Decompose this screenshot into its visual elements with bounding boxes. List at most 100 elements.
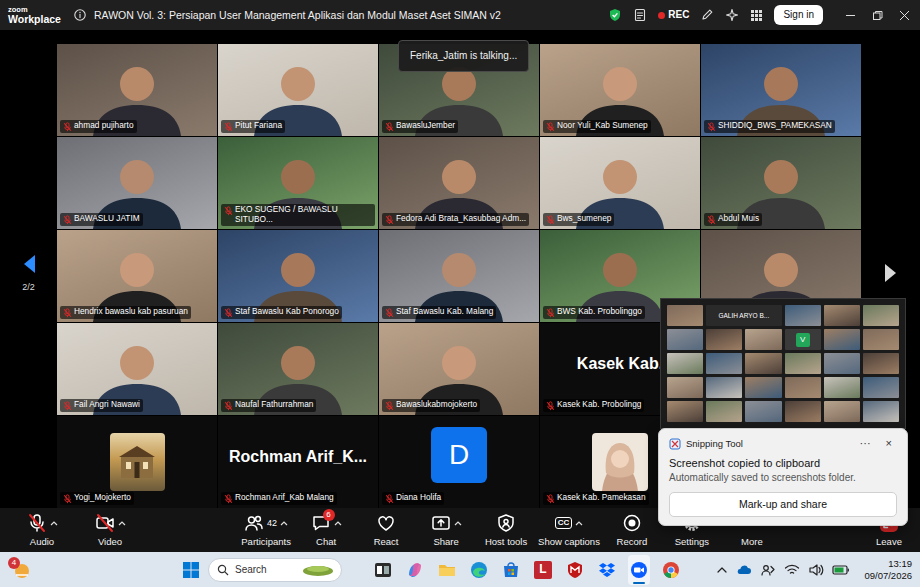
taskbar-app[interactable] (500, 555, 522, 585)
minimize-icon[interactable] (845, 10, 856, 21)
people-icon[interactable] (760, 563, 776, 577)
participant-tile[interactable]: Fail Angri Nawawi (57, 323, 217, 415)
minimized-meeting-window[interactable]: GALIH ARYO B... V (660, 298, 906, 429)
muted-mic-icon (546, 215, 555, 225)
participant-tile[interactable]: Bawaslukabmojokerto (379, 323, 539, 415)
chat-control: 6 (311, 513, 342, 533)
muted-mic-icon (63, 308, 72, 318)
participant-tile[interactable]: Noor Yuli_Kab Sumenep (540, 44, 700, 136)
wifi-icon[interactable] (784, 563, 800, 577)
participant-tile[interactable]: Hendrix bawaslu kab pasuruan (57, 230, 217, 322)
participant-tile[interactable]: DDiana Holifa (379, 416, 539, 508)
ai-companion-sparkle-icon[interactable] (725, 8, 739, 22)
apps-grid-icon[interactable] (750, 9, 763, 22)
participant-tile[interactable]: Staf Bawaslu Kab. Malang (379, 230, 539, 322)
participant-tile[interactable]: Pitut Fariana (218, 44, 378, 136)
settings-label: Settings (675, 536, 709, 547)
mini-video-tile (745, 401, 781, 422)
windows-start-icon[interactable] (182, 561, 200, 579)
mark-up-and-share-button[interactable]: Mark-up and share (669, 492, 897, 517)
caret-up-icon[interactable] (50, 520, 58, 526)
muted-mic-icon (224, 494, 233, 504)
muted-mic-icon (707, 122, 716, 132)
participant-tile[interactable]: SHIDDIQ_BWS_PAMEKASAN (701, 44, 861, 136)
security-shield-icon[interactable] (608, 8, 622, 22)
pinned-apps: L (372, 555, 682, 585)
participant-tile[interactable]: EKO SUGENG / BAWASLU SITUBO... (218, 137, 378, 229)
notification-menu-button[interactable]: ··· (855, 437, 876, 450)
captions-button[interactable]: CCShow captions (538, 508, 600, 552)
video-button[interactable]: Video (82, 508, 138, 552)
participant-name-label: Bws_sumenep (543, 213, 614, 226)
participant-tile[interactable]: Bws_sumenep (540, 137, 700, 229)
caret-up-icon[interactable] (334, 520, 342, 526)
mini-video-tile (785, 401, 821, 422)
taskbar-app[interactable] (628, 555, 650, 585)
participant-tile[interactable]: Naufal Fathurrahman (218, 323, 378, 415)
active-speaker-tooltip: Ferika_Jatim is talking... (398, 40, 529, 72)
taskbar-app[interactable] (564, 555, 586, 585)
taskbar-app[interactable] (436, 555, 458, 585)
taskbar-app[interactable]: L (532, 555, 554, 585)
participant-name: Staf Bawaslu Kab. Malang (396, 307, 493, 317)
clock[interactable]: 13:1909/07/2026 (864, 558, 912, 582)
caret-up-icon[interactable] (454, 520, 462, 526)
participant-tile[interactable]: Rochman Arif_K...Rochman Arif_Kab Malang (218, 416, 378, 508)
annotate-pen-icon[interactable] (700, 8, 714, 22)
participant-tile[interactable]: Staf Bawaslu Kab Ponorogo (218, 230, 378, 322)
muted-mic-icon (63, 122, 72, 132)
show-hidden-icons-chevron-icon[interactable] (716, 564, 728, 576)
sign-in-button[interactable]: Sign in (774, 5, 823, 25)
participant-tile[interactable]: Yogi_Mojokerto (57, 416, 217, 508)
taskbar-app[interactable] (596, 555, 618, 585)
taskbar-app[interactable] (372, 555, 394, 585)
muted-mic-icon (63, 494, 72, 504)
taskbar-app[interactable] (404, 555, 426, 585)
caret-up-icon[interactable] (280, 520, 288, 526)
info-icon[interactable] (74, 9, 86, 21)
react-button[interactable]: React (358, 508, 414, 552)
next-page-arrow-icon[interactable] (884, 263, 898, 283)
participant-name: BawasluJember (396, 121, 455, 131)
caret-up-icon[interactable] (575, 520, 583, 526)
mini-tile-name: GALIH ARYO B... (706, 305, 781, 326)
participants-button[interactable]: 42Participants (238, 508, 294, 552)
participant-name: Staf Bawaslu Kab Ponorogo (235, 307, 339, 317)
muted-mic-icon (546, 122, 555, 132)
participant-tile[interactable]: Fedora Adi Brata_Kasubbag Adm... (379, 137, 539, 229)
participant-name-label: BWS Kab. Probolinggo (543, 306, 645, 319)
audio-button[interactable]: Audio (14, 508, 70, 552)
mini-video-tile (785, 305, 821, 326)
participant-display-name: Kasek Kab. (569, 354, 671, 383)
taskbar-search[interactable]: Search (208, 558, 342, 582)
battery-icon[interactable] (832, 564, 850, 576)
taskbar-app[interactable] (468, 555, 490, 585)
participant-tile[interactable]: BAWASLU JATIM (57, 137, 217, 229)
record-control (622, 513, 642, 533)
close-icon[interactable] (899, 10, 910, 21)
search-label: Search (235, 564, 295, 576)
participants-label: Participants (241, 536, 291, 547)
unread-chat-badge: 6 (323, 509, 335, 521)
mini-initial: V (796, 333, 810, 347)
video-control (95, 513, 126, 533)
taskbar-app[interactable] (660, 555, 682, 585)
notification-close-button[interactable]: × (881, 437, 897, 450)
widgets-button[interactable]: 4 (8, 557, 34, 583)
share-label: Share (433, 536, 458, 547)
previous-page-arrow-icon[interactable] (22, 254, 36, 274)
notes-icon[interactable] (633, 8, 647, 22)
participant-name-label: Fail Angri Nawawi (60, 399, 143, 412)
caret-up-icon[interactable] (118, 520, 126, 526)
gallery-left: 2/2 (0, 30, 57, 508)
chat-button[interactable]: 6Chat (298, 508, 354, 552)
restore-icon[interactable] (872, 10, 883, 21)
host-button[interactable]: Host tools (478, 508, 534, 552)
app-icon (662, 561, 680, 579)
share-button[interactable]: Share (418, 508, 474, 552)
record-button[interactable]: Record (604, 508, 660, 552)
volume-icon[interactable] (808, 563, 824, 577)
participant-tile[interactable]: Abdul Muis (701, 137, 861, 229)
onedrive-cloud-icon[interactable] (736, 563, 752, 577)
participant-tile[interactable]: ahmad pujiharto (57, 44, 217, 136)
